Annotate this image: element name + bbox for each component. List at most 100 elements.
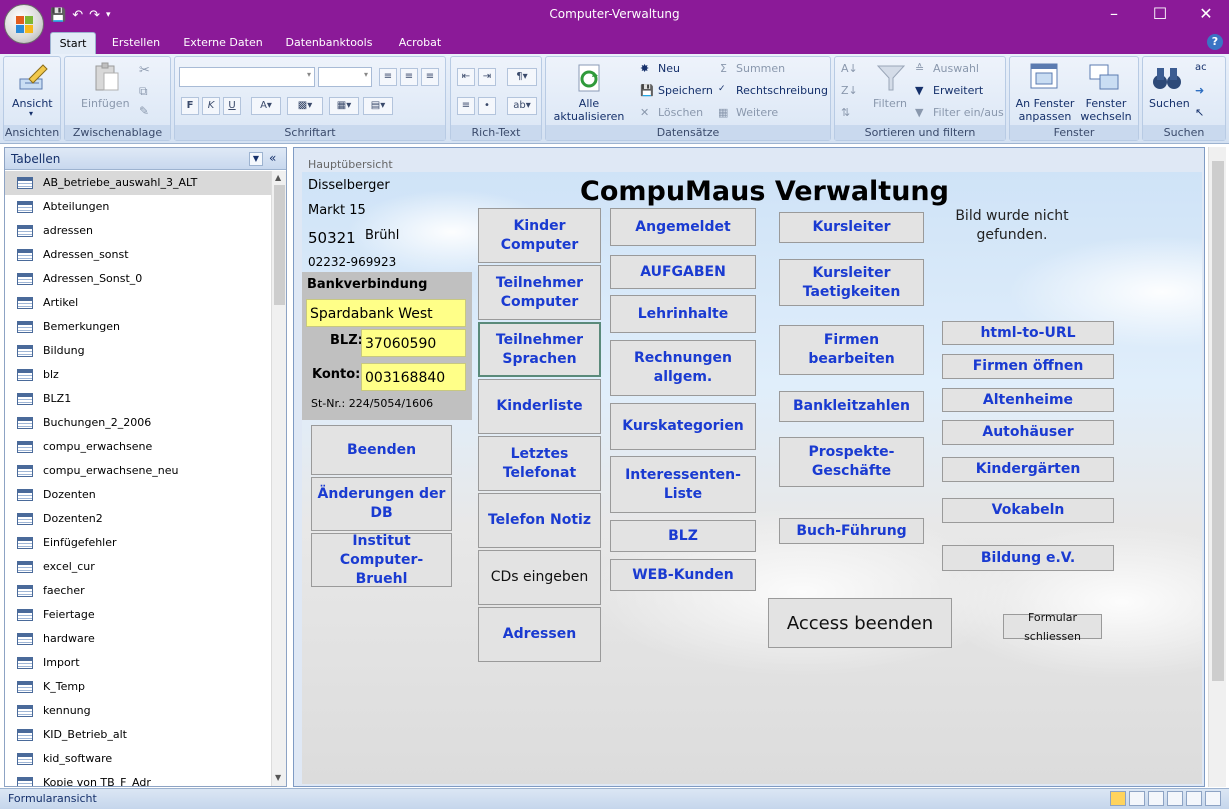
table-list-item[interactable]: Bemerkungen — [5, 315, 271, 339]
tab-erstellen[interactable]: Erstellen — [104, 32, 168, 54]
table-list-item[interactable]: Import — [5, 651, 271, 675]
datasheet-view-icon[interactable] — [1129, 791, 1145, 806]
table-list-item[interactable]: Abteilungen — [5, 195, 271, 219]
size-to-fit-button[interactable]: An Fenster anpassen — [1014, 97, 1076, 123]
table-list-item[interactable]: Adressen_Sonst_0 — [5, 267, 271, 291]
adressen-button[interactable]: Adressen — [478, 607, 601, 662]
beenden-button[interactable]: Beenden — [311, 425, 452, 475]
table-list-item[interactable]: excel_cur — [5, 555, 271, 579]
table-list-item[interactable]: Bildung — [5, 339, 271, 363]
sort-descending-icon[interactable]: Z↓ — [841, 84, 858, 97]
close-button[interactable]: ✕ — [1183, 0, 1229, 30]
decrease-indent-icon[interactable]: ⇤ — [457, 68, 475, 86]
tab-datenbanktools[interactable]: Datenbanktools — [280, 32, 378, 54]
more-button[interactable]: Weitere — [736, 106, 778, 119]
cut-icon[interactable]: ✂ — [139, 63, 150, 78]
html-to-url-button[interactable]: html-to-URL — [942, 321, 1114, 345]
advanced-button[interactable]: Erweitert — [933, 84, 983, 97]
firmen-bearbeiten-button[interactable]: Firmen bearbeiten — [779, 325, 924, 375]
gridlines-icon[interactable]: ▦▾ — [329, 97, 359, 115]
table-list-item[interactable]: K_Temp — [5, 675, 271, 699]
replace-icon[interactable]: ac — [1195, 62, 1207, 73]
firmen-oeffnen-button[interactable]: Firmen öffnen — [942, 354, 1114, 379]
table-list-item[interactable]: kid_software — [5, 747, 271, 771]
buchfuehrung-button[interactable]: Buch-Führung — [779, 518, 924, 544]
altenheime-button[interactable]: Altenheime — [942, 388, 1114, 412]
table-list-item[interactable]: adressen — [5, 219, 271, 243]
form-view-icon[interactable] — [1110, 791, 1126, 806]
kursleiter-taetigkeiten-button[interactable]: Kursleiter Taetigkeiten — [779, 259, 924, 306]
increase-indent-icon[interactable]: ⇥ — [478, 68, 496, 86]
select-icon[interactable]: ↖ — [1195, 106, 1204, 119]
tab-acrobat[interactable]: Acrobat — [390, 32, 450, 54]
copy-icon[interactable]: ⧉ — [139, 84, 148, 99]
kursleiter-button[interactable]: Kursleiter — [779, 212, 924, 243]
delete-button[interactable]: Löschen — [658, 106, 703, 119]
institut-button[interactable]: Institut Computer- Bruehl — [311, 533, 452, 587]
cds-eingeben-button[interactable]: CDs eingeben — [478, 550, 601, 605]
layout-view-icon[interactable] — [1148, 791, 1164, 806]
numbering-icon[interactable]: ≡ — [457, 97, 475, 115]
teilnehmer-computer-button[interactable]: Teilnehmer Computer — [478, 265, 601, 320]
table-list-item[interactable]: Feiertage — [5, 603, 271, 627]
bold-button[interactable]: F — [181, 97, 199, 115]
selection-button[interactable]: Auswahl — [933, 62, 979, 75]
collapse-pane-icon[interactable]: « — [269, 151, 276, 165]
find-button[interactable]: Suchen — [1149, 97, 1190, 110]
table-list-item[interactable]: Kopie von TB_F_Adr — [5, 771, 271, 786]
kurskategorien-button[interactable]: Kurskategorien — [610, 403, 756, 450]
prospekte-button[interactable]: Prospekte- Geschäfte — [779, 437, 924, 487]
teilnehmer-sprachen-button[interactable]: Teilnehmer Sprachen — [478, 322, 601, 377]
access-beenden-button[interactable]: Access beenden — [768, 598, 952, 648]
interessenten-button[interactable]: Interessenten-Liste — [610, 456, 756, 513]
toggle-filter-button[interactable]: Filter ein/aus — [933, 106, 1004, 119]
formular-schliessen-button[interactable]: Formular schliessen — [1003, 611, 1102, 643]
rechnungen-button[interactable]: Rechnungen allgem. — [610, 340, 756, 396]
table-list-item[interactable]: faecher — [5, 579, 271, 603]
clear-sort-icon[interactable]: ⇅ — [841, 106, 850, 119]
table-list-item[interactable]: KID_Betrieb_alt — [5, 723, 271, 747]
angemeldet-button[interactable]: Angemeldet — [610, 208, 756, 246]
autohaeuser-button[interactable]: Autohäuser — [942, 420, 1114, 445]
font-size-select[interactable]: ▾ — [318, 67, 372, 87]
kinder-computer-button[interactable]: Kinder Computer — [478, 208, 601, 263]
font-name-select[interactable]: ▾ — [179, 67, 315, 87]
table-list-item[interactable]: Dozenten2 — [5, 507, 271, 531]
maximize-button[interactable]: ☐ — [1137, 0, 1183, 30]
tab-externe-daten[interactable]: Externe Daten — [180, 32, 266, 54]
form-scrollbar[interactable] — [1208, 147, 1226, 787]
switch-windows-button[interactable]: Fenster wechseln — [1076, 97, 1136, 123]
table-list-item[interactable]: blz — [5, 363, 271, 387]
align-right-icon[interactable]: ≡ — [421, 68, 439, 86]
italic-button[interactable]: K — [202, 97, 220, 115]
paragraph-direction-icon[interactable]: ¶▾ — [507, 68, 537, 86]
scroll-up-icon[interactable]: ▲ — [275, 173, 281, 182]
kinderliste-button[interactable]: Kinderliste — [478, 379, 601, 434]
scroll-thumb[interactable] — [274, 185, 285, 305]
new-record-button[interactable]: Neu — [658, 62, 680, 75]
format-painter-icon[interactable]: ✎ — [139, 104, 149, 118]
table-list-item[interactable]: kennung — [5, 699, 271, 723]
table-list-item[interactable]: hardware — [5, 627, 271, 651]
save-record-button[interactable]: Speichern — [658, 84, 713, 97]
table-list-item[interactable]: compu_erwachsene — [5, 435, 271, 459]
font-color-icon[interactable]: A▾ — [251, 97, 281, 115]
paste-button[interactable]: Einfügen — [81, 97, 130, 110]
office-button[interactable] — [4, 4, 44, 44]
table-list-item[interactable]: Adressen_sonst — [5, 243, 271, 267]
underline-button[interactable]: U — [223, 97, 241, 115]
help-icon[interactable]: ? — [1207, 34, 1223, 50]
chevron-down-icon[interactable]: ▾ — [29, 109, 33, 118]
letztes-telefonat-button[interactable]: Letztes Telefonat — [478, 436, 601, 491]
nav-dropdown-icon[interactable]: ▼ — [249, 152, 263, 166]
highlight-icon[interactable]: ab▾ — [507, 97, 537, 115]
table-list-item[interactable]: compu_erwachsene_neu — [5, 459, 271, 483]
bullets-icon[interactable]: • — [478, 97, 496, 115]
table-list-item[interactable]: AB_betriebe_auswahl_3_ALT — [5, 171, 271, 195]
nav-scrollbar[interactable]: ▲ ▼ — [271, 171, 286, 786]
totals-button[interactable]: Summen — [736, 62, 785, 75]
align-left-icon[interactable]: ≡ — [379, 68, 397, 86]
sort-ascending-icon[interactable]: A↓ — [841, 62, 858, 75]
sql-view-icon[interactable] — [1186, 791, 1202, 806]
blz-button[interactable]: BLZ — [610, 520, 756, 552]
